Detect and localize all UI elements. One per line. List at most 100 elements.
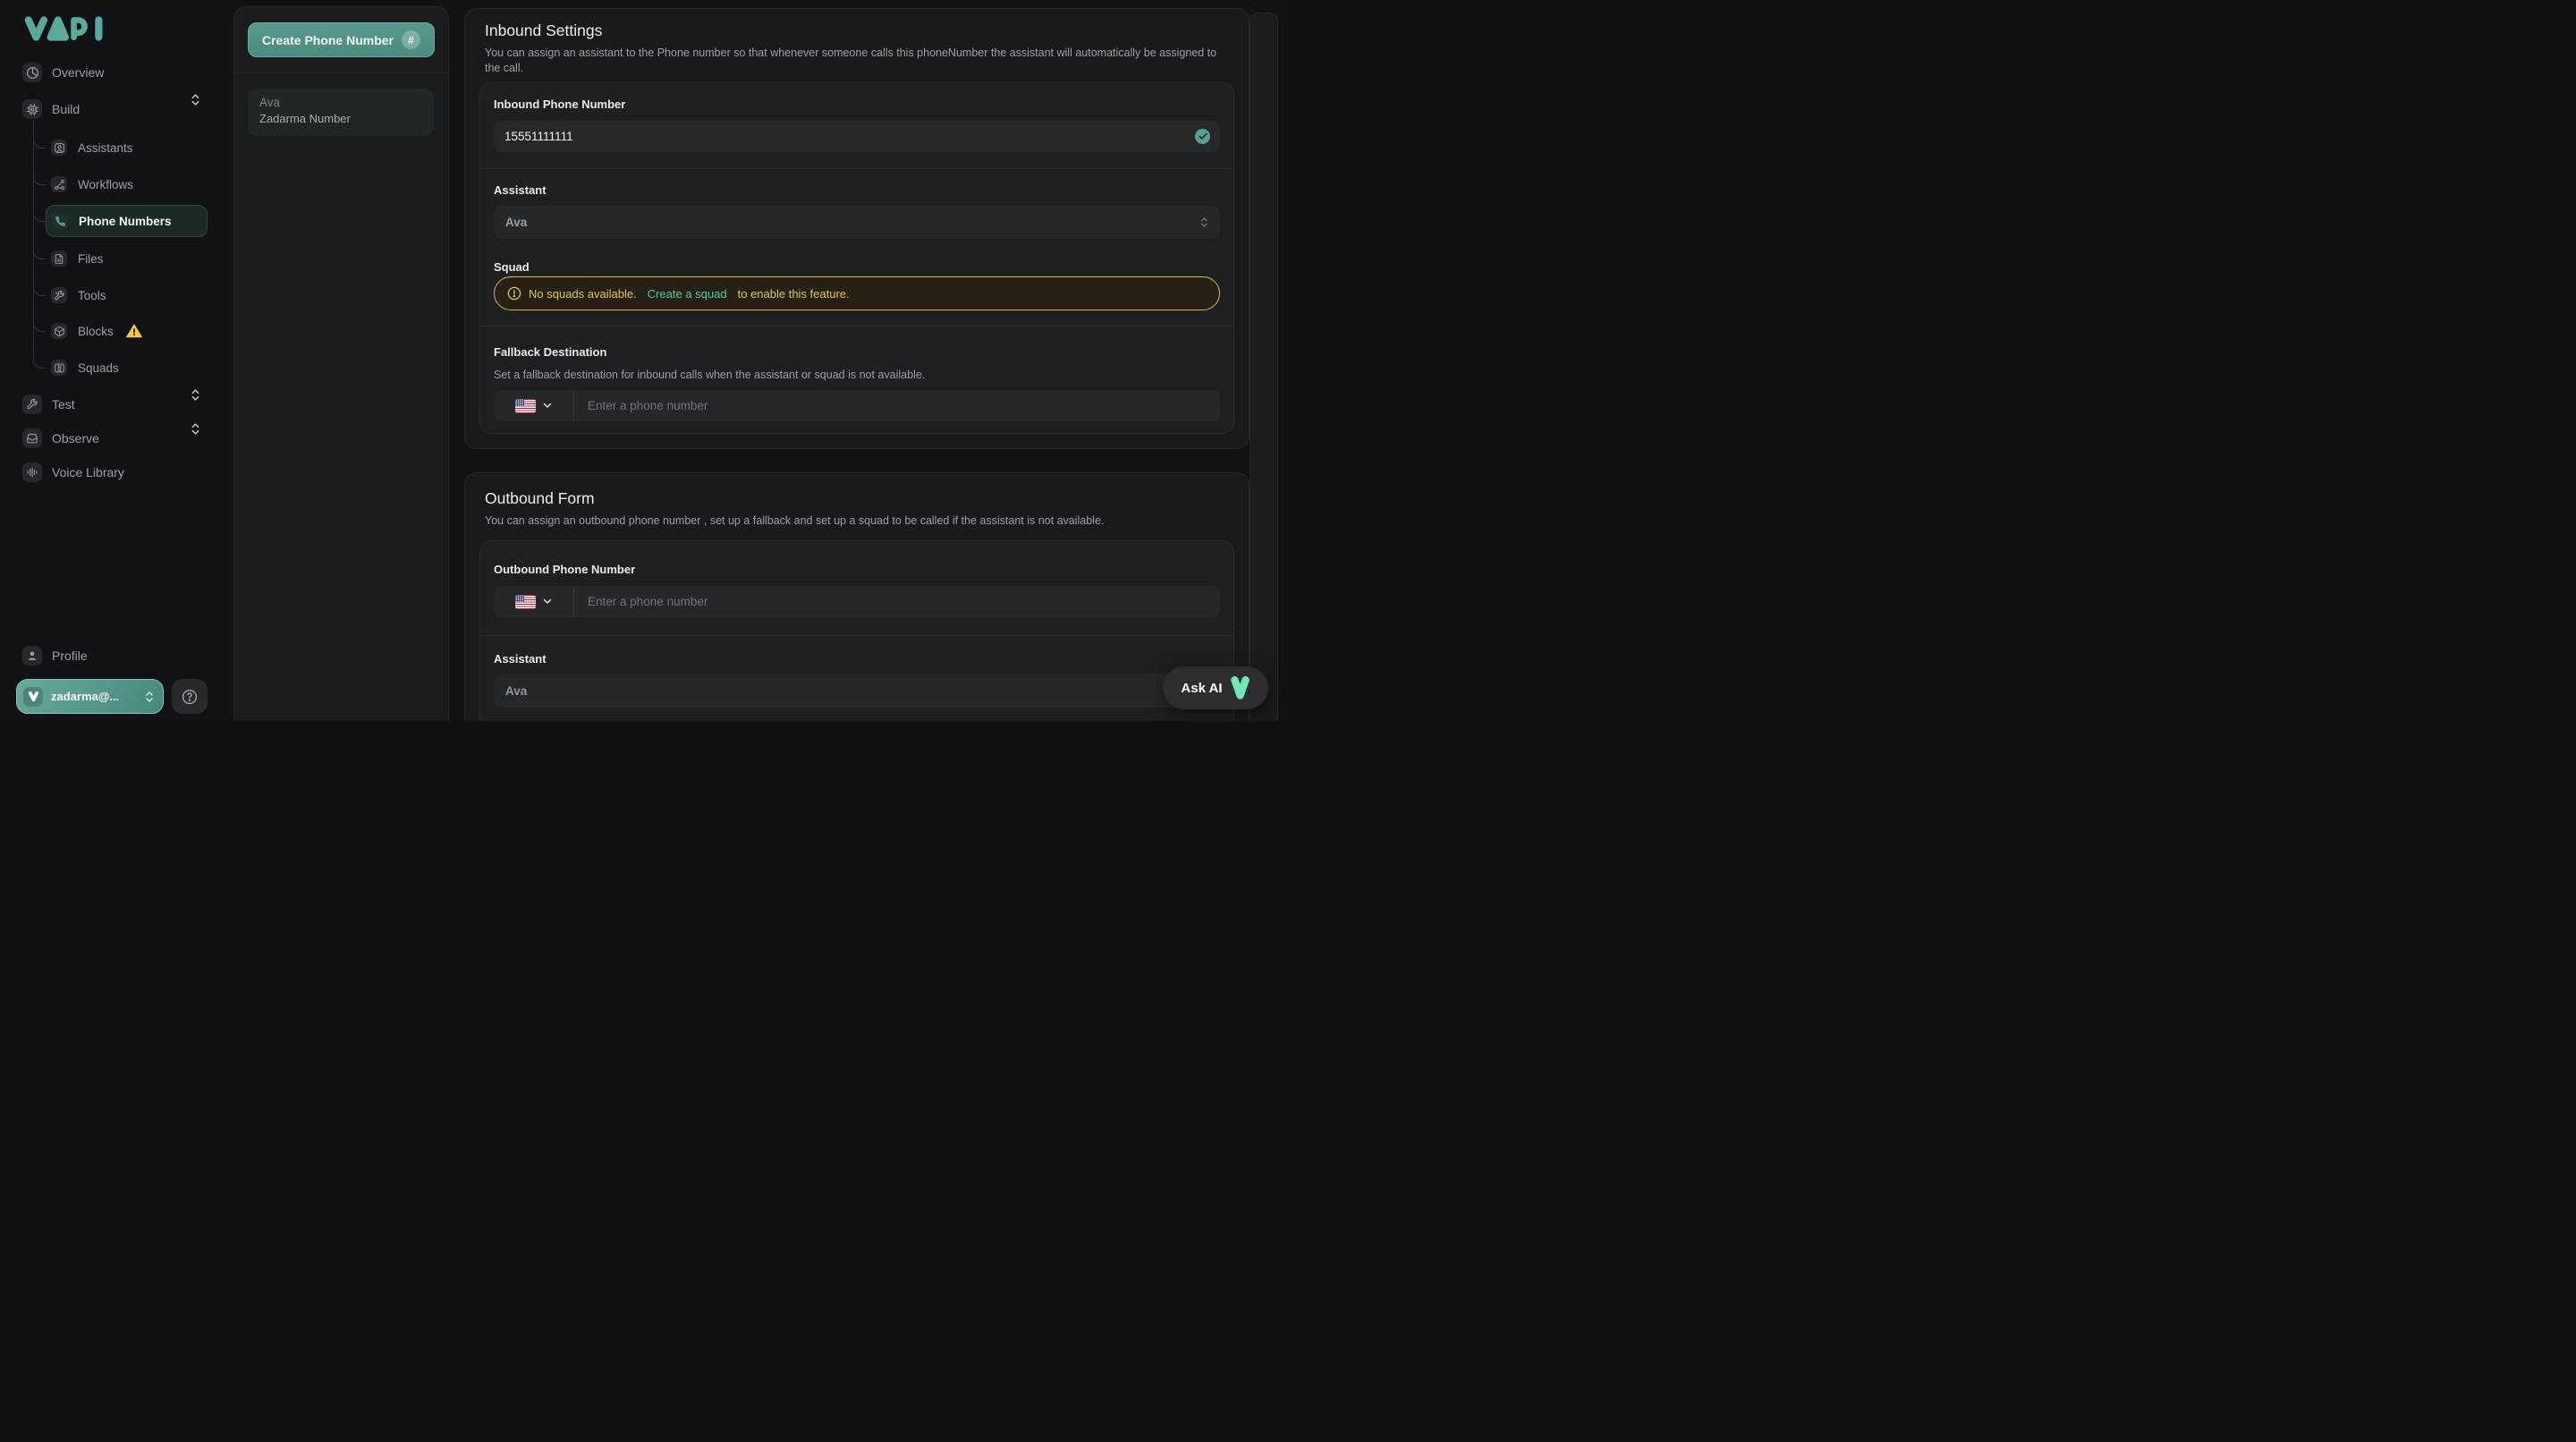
sidebar-item-label: Build <box>52 102 80 116</box>
user-icon <box>22 646 42 666</box>
chevron-up-down-icon <box>145 691 154 703</box>
wrench-icon <box>22 394 42 414</box>
ask-ai-button[interactable]: Ask AI <box>1163 666 1268 709</box>
sidebar-item-label: Tools <box>78 289 106 302</box>
sidebar-item-label: Phone Numbers <box>79 215 172 228</box>
sidebar-item-observe[interactable]: Observe <box>22 428 99 448</box>
app-window: Overview Build <box>0 0 1288 721</box>
phone-number-subtitle: Zadarma Number <box>259 112 434 125</box>
create-phone-number-button[interactable]: Create Phone Number # <box>248 22 435 57</box>
outbound-assistant-label: Assistant <box>494 652 547 666</box>
outbound-form-card: Outbound Phone Number Enter a phone numb… <box>479 540 1234 721</box>
waveform-icon <box>22 462 42 482</box>
inbound-phone-label: Inbound Phone Number <box>494 98 625 111</box>
cube-icon <box>51 323 67 339</box>
create-squad-link[interactable]: Create a squad <box>648 287 727 301</box>
sidebar-item-squads[interactable]: Squads <box>51 360 119 376</box>
fallback-phone-placeholder: Enter a phone number <box>574 399 708 412</box>
vapi-v-icon <box>23 687 43 707</box>
inbound-settings-description: You can assign an assistant to the Phone… <box>485 46 1234 76</box>
divider <box>480 326 1233 327</box>
inbound-assistant-select[interactable]: Ava <box>494 206 1220 239</box>
country-code-select[interactable] <box>494 586 574 617</box>
sidebar: Overview Build <box>0 0 233 721</box>
inbound-phone-input[interactable]: 15551111111 <box>494 121 1220 152</box>
outbound-assistant-select[interactable]: Ava <box>494 674 1220 708</box>
outbound-phone-label: Outbound Phone Number <box>494 563 635 576</box>
sidebar-item-label: Voice Library <box>52 465 124 479</box>
outbound-phone-placeholder: Enter a phone number <box>574 595 708 608</box>
chevron-up-down-icon <box>1200 216 1208 228</box>
chip-icon <box>22 99 42 119</box>
divider <box>480 168 1233 169</box>
squad-warning-suffix: to enable this feature. <box>738 287 850 301</box>
inbound-settings-title: Inbound Settings <box>485 21 602 40</box>
tree-branch <box>33 276 46 296</box>
squad-warning-text: No squads available. <box>529 287 637 301</box>
phone-icon <box>52 213 68 229</box>
phone-number-list-panel: Create Phone Number # Ava Zadarma Number <box>233 6 449 721</box>
divider <box>234 72 448 73</box>
sidebar-item-tools[interactable]: Tools <box>51 287 106 303</box>
country-code-select[interactable] <box>494 390 574 421</box>
chevron-up-down-icon[interactable] <box>191 388 200 406</box>
squad-label: Squad <box>494 260 530 274</box>
chevron-up-down-icon[interactable] <box>191 93 200 111</box>
pie-chart-icon <box>22 63 42 82</box>
sidebar-item-label: Test <box>52 397 75 411</box>
sidebar-item-label: Assistants <box>78 141 133 155</box>
squad-card-icon <box>51 360 67 376</box>
sidebar-item-label: Files <box>78 252 104 266</box>
phone-number-name: Ava <box>259 96 434 109</box>
help-button[interactable] <box>172 679 208 714</box>
chevron-down-icon <box>543 598 552 605</box>
sidebar-item-workflows[interactable]: Workflows <box>51 176 133 192</box>
inbound-settings-panel: Inbound Settings You can assign an assis… <box>464 8 1250 449</box>
sidebar-item-voice-library[interactable]: Voice Library <box>22 462 124 482</box>
fallback-phone-input[interactable]: Enter a phone number <box>494 390 1220 421</box>
sidebar-item-files[interactable]: Files <box>51 250 104 267</box>
sidebar-item-phone-numbers[interactable]: Phone Numbers <box>46 205 208 237</box>
outbound-form-description: You can assign an outbound phone number … <box>485 513 1104 529</box>
ask-ai-label: Ask AI <box>1181 681 1222 696</box>
file-icon <box>51 250 67 267</box>
question-mark-icon <box>181 688 199 706</box>
tree-branch <box>33 240 46 259</box>
tree-branch <box>33 349 46 369</box>
chevron-up-down-icon[interactable] <box>191 422 200 440</box>
inbound-phone-value: 15551111111 <box>494 130 573 143</box>
sidebar-item-label: Observe <box>52 431 99 445</box>
sidebar-item-label: Workflows <box>78 178 133 191</box>
sidebar-item-overview[interactable]: Overview <box>22 63 104 82</box>
sidebar-item-test[interactable]: Test <box>22 394 75 414</box>
account-switcher-button[interactable]: zadarma@... <box>16 679 164 714</box>
inbound-assistant-value: Ava <box>505 216 527 229</box>
squad-warning-banner: No squads available. Create a squad to e… <box>494 276 1220 310</box>
outbound-form-title: Outbound Form <box>485 489 595 508</box>
outbound-phone-input[interactable]: Enter a phone number <box>494 586 1220 617</box>
inbound-settings-card: Inbound Phone Number 15551111111 Assista… <box>479 82 1234 434</box>
us-flag-icon <box>515 595 536 609</box>
outbound-form-panel: Outbound Form You can assign an outbound… <box>464 472 1250 721</box>
create-phone-number-label: Create Phone Number <box>262 33 394 47</box>
sidebar-item-blocks[interactable]: Blocks <box>51 323 142 339</box>
tools-icon <box>51 287 67 303</box>
sidebar-item-assistants[interactable]: Assistants <box>51 140 133 156</box>
tree-branch <box>33 202 46 222</box>
fallback-destination-description: Set a fallback destination for inbound c… <box>494 369 925 381</box>
vapi-v-icon <box>1230 675 1250 700</box>
sidebar-item-build[interactable]: Build <box>22 99 80 119</box>
sidebar-item-profile[interactable]: Profile <box>22 646 88 666</box>
chevron-down-icon <box>543 403 552 409</box>
phone-number-list-item[interactable]: Ava Zadarma Number <box>248 89 434 136</box>
fallback-destination-label: Fallback Destination <box>494 345 606 359</box>
tray-icon <box>22 428 42 448</box>
sidebar-item-label: Profile <box>52 649 88 663</box>
collapsed-side-strip[interactable] <box>1250 13 1278 721</box>
sidebar-item-label: Squads <box>78 361 119 375</box>
inbound-assistant-label: Assistant <box>494 183 547 197</box>
workflow-icon <box>51 176 67 192</box>
sidebar-item-label: Overview <box>52 65 104 80</box>
outbound-assistant-value: Ava <box>505 684 527 698</box>
us-flag-icon <box>515 399 536 413</box>
